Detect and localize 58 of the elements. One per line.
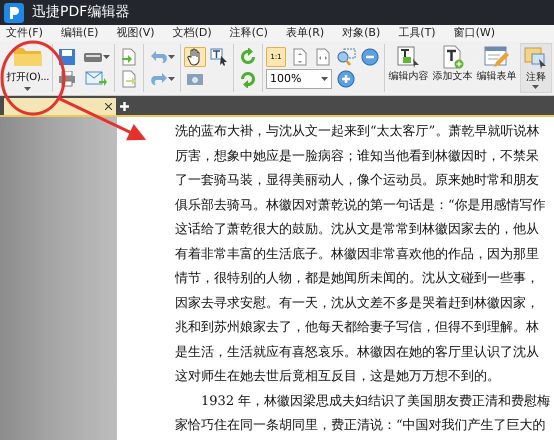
text-line: 这话给了萧乾很大的鼓励。沈从文是常常到林徽因家去的，他从 xyxy=(175,221,539,239)
ribbon-button[interactable]: 注释 xyxy=(520,43,552,93)
text-line: 1932 年，林徽因梁思成夫妇结识了美国朋友费正清和费慰梅 xyxy=(200,392,550,410)
menu-item[interactable]: 文档(D) xyxy=(172,24,212,42)
menu-item[interactable]: 工具(T) xyxy=(398,24,436,42)
add-tab-icon[interactable] xyxy=(120,102,129,111)
text-line: 兆和到苏州娘家去了，他每天都给妻子写信，但得不到理解。林 xyxy=(175,319,539,337)
hand-tool-button[interactable] xyxy=(184,47,206,67)
text-box-icon xyxy=(395,45,422,69)
comment-icon xyxy=(522,46,549,70)
scanner-icon xyxy=(82,51,103,63)
caret-icon xyxy=(168,77,175,81)
caret-icon xyxy=(168,55,175,59)
magnifier-icon xyxy=(336,48,356,66)
menu-item[interactable]: 窗口(W) xyxy=(454,24,496,42)
zoom-in-button[interactable] xyxy=(335,69,358,89)
open-button[interactable]: 打开(O)... xyxy=(6,43,50,93)
printer-icon xyxy=(58,71,76,87)
zoom-out-button[interactable] xyxy=(359,47,382,67)
text-line: 了一套骑马装，显得美丽动人，像个运动员。原来她时常和朋友 xyxy=(175,172,539,190)
caret-icon xyxy=(102,55,110,59)
ribbon-button[interactable]: 编辑内容 xyxy=(388,43,429,93)
floppy-icon xyxy=(58,48,76,66)
fit-width-button[interactable] xyxy=(314,47,332,67)
zoom-out-icon xyxy=(361,48,380,66)
text-cursor-icon xyxy=(210,48,228,66)
menu-item[interactable]: 对象(B) xyxy=(342,24,380,42)
menu-item[interactable]: 文件(F) xyxy=(6,24,43,42)
text-line: 因家去寻求安慰。有一天，沈从文差不多是哭着赶到林徽因家， xyxy=(175,294,539,312)
menu-item[interactable]: 表单(R) xyxy=(286,24,324,42)
text-line: 有着非常丰富的生活底子。林徽因非常喜欢他的作品，因为那里 xyxy=(175,246,539,264)
ribbon-button[interactable]: 添加文本 xyxy=(432,43,473,93)
envelope-icon xyxy=(85,71,108,87)
zoom-in-icon xyxy=(337,70,356,88)
menu-item[interactable]: 视图(V) xyxy=(116,24,155,42)
caret-icon xyxy=(321,77,328,81)
text-line: 俱乐部去骑马。林徽因对萧乾说的第一句话是：“你是用感情写作 xyxy=(175,196,546,214)
close-icon[interactable] xyxy=(105,103,112,110)
text-line: 家恰巧住在同一条胡同里，费正清说：“中国对我们产生了巨大的 xyxy=(175,417,546,435)
undo-icon xyxy=(150,50,168,64)
rotate-icon xyxy=(239,70,258,88)
ribbon-button[interactable]: 编辑表单 xyxy=(476,43,517,93)
folder-icon xyxy=(12,45,43,67)
rotate-icon xyxy=(239,48,258,66)
zoom-select[interactable]: 100% xyxy=(266,69,332,89)
menu-item[interactable]: 注释(C) xyxy=(230,24,268,42)
text-line: 情节，很特别的人物，都是她闻所未闻的。沈从文碰到一些事， xyxy=(175,270,539,288)
camera-icon xyxy=(186,72,204,86)
text-line: 是生活，生活就应有喜怒哀乐。林徽因在她的客厅里认识了沈从 xyxy=(175,344,539,362)
marquee-zoom-button[interactable] xyxy=(335,47,358,67)
app-logo-icon xyxy=(4,2,24,22)
text-line: 这对师生在她去世后竟相互反目，这是她万万想不到的。 xyxy=(175,368,500,386)
form-pencil-icon xyxy=(483,45,510,69)
text-line: 厉害，想象中她应是一脸病容；谁知当他看到林徽因时，不禁呆 xyxy=(175,148,539,166)
menu-item[interactable]: 编辑(E) xyxy=(60,24,98,42)
redo-icon xyxy=(150,72,168,86)
window-title: 迅捷PDF编辑器 xyxy=(32,3,130,22)
text-line: 洗的蓝布大褂，与沈从文一起来到“太太客厅”。萧乾早就听说林 xyxy=(175,123,540,141)
